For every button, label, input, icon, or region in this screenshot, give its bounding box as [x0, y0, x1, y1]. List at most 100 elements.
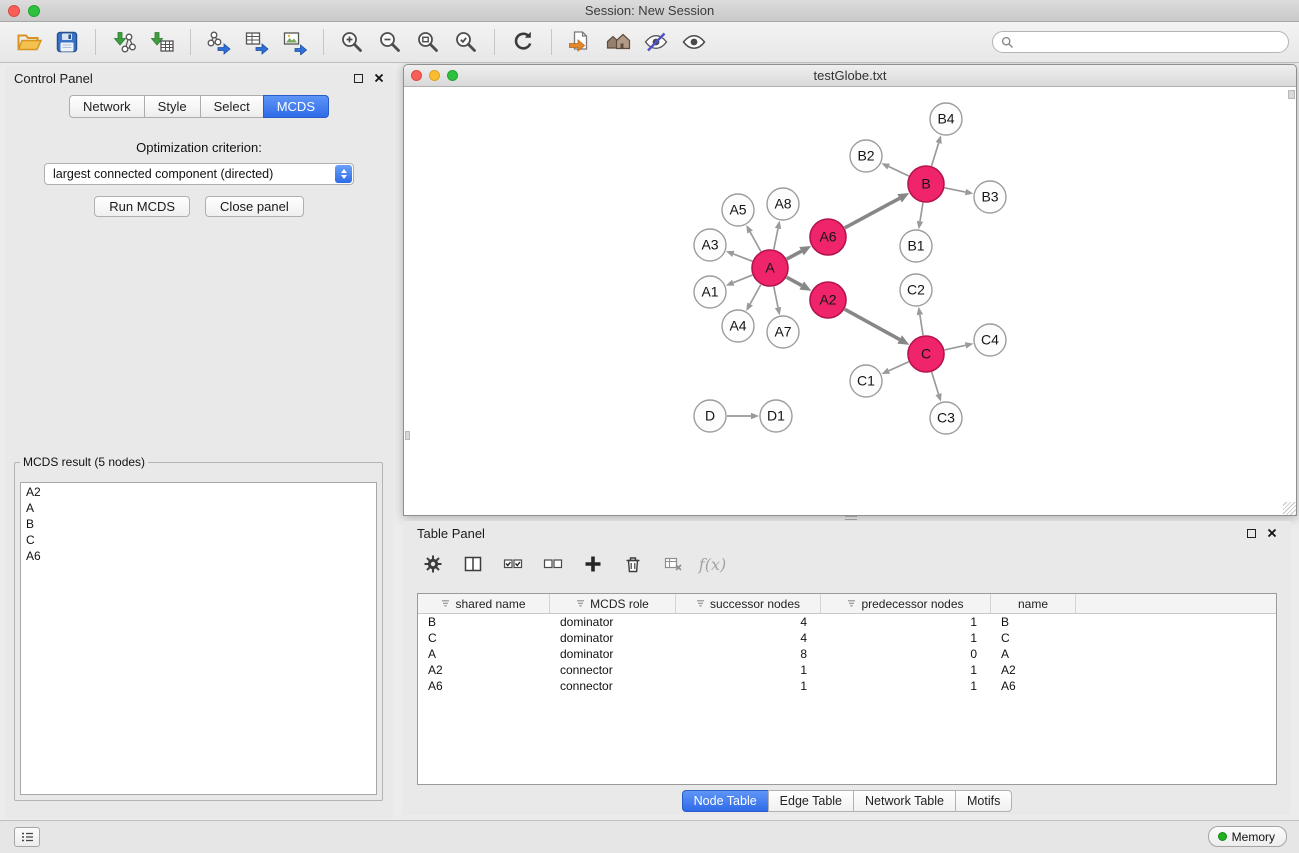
- graph-edge-A-A3[interactable]: [733, 254, 752, 261]
- task-history-button[interactable]: [14, 827, 40, 847]
- graph-edge-B-B2[interactable]: [889, 167, 909, 176]
- close-table-panel-icon[interactable]: [1267, 528, 1277, 538]
- scrollbar-thumb[interactable]: [405, 431, 410, 440]
- graph-edge-A-A5[interactable]: [750, 232, 761, 251]
- graph-edge-A6-B[interactable]: [845, 198, 900, 228]
- graph-edge-A-A1[interactable]: [733, 275, 752, 283]
- tab-network-table[interactable]: Network Table: [853, 790, 956, 812]
- graph-edge-C-C1[interactable]: [889, 362, 909, 371]
- graph-edge-A2-C[interactable]: [845, 309, 900, 339]
- tab-select[interactable]: Select: [200, 95, 264, 118]
- hide-graphics-button[interactable]: [637, 25, 675, 59]
- zoom-fit-button[interactable]: [409, 25, 447, 59]
- save-session-button[interactable]: [48, 25, 86, 59]
- column-header-shared-name[interactable]: shared name: [418, 594, 550, 613]
- refresh-button[interactable]: [504, 25, 542, 59]
- graph-edge-C-C4[interactable]: [945, 345, 966, 350]
- graph-node-C3[interactable]: C3: [930, 402, 962, 434]
- mcds-result-list[interactable]: A2ABCA6: [20, 482, 377, 795]
- export-table-button[interactable]: [238, 25, 276, 59]
- column-header-predecessor-nodes[interactable]: predecessor nodes: [821, 594, 991, 613]
- memory-button[interactable]: Memory: [1208, 826, 1287, 847]
- graph-node-B1[interactable]: B1: [900, 230, 932, 262]
- float-table-panel-icon[interactable]: [1247, 529, 1256, 538]
- network-window-titlebar[interactable]: testGlobe.txt: [404, 65, 1296, 87]
- tab-node-table[interactable]: Node Table: [682, 790, 769, 812]
- graph-node-A4[interactable]: A4: [722, 310, 754, 342]
- zoom-in-button[interactable]: [333, 25, 371, 59]
- tab-edge-table[interactable]: Edge Table: [768, 790, 854, 812]
- graph-node-A[interactable]: A: [752, 250, 788, 286]
- graph-node-B4[interactable]: B4: [930, 103, 962, 135]
- result-item[interactable]: A6: [21, 548, 376, 564]
- delete-column-button[interactable]: [619, 551, 646, 578]
- table-row[interactable]: Bdominator41B: [418, 614, 1276, 630]
- graph-edge-A-A2[interactable]: [787, 277, 802, 285]
- delete-table-button[interactable]: [659, 551, 686, 578]
- graph-edge-B-B4[interactable]: [932, 143, 939, 166]
- table-settings-button[interactable]: [419, 551, 446, 578]
- tab-style[interactable]: Style: [144, 95, 201, 118]
- graph-node-C4[interactable]: C4: [974, 324, 1006, 356]
- column-header-successor-nodes[interactable]: successor nodes: [676, 594, 821, 613]
- result-item[interactable]: A: [21, 500, 376, 516]
- show-graphics-button[interactable]: [675, 25, 713, 59]
- search-box[interactable]: [992, 31, 1289, 53]
- export-image-button[interactable]: [276, 25, 314, 59]
- graph-edge-B-B3[interactable]: [945, 188, 966, 192]
- graph-node-A5[interactable]: A5: [722, 194, 754, 226]
- layout-button[interactable]: [599, 25, 637, 59]
- graph-node-A2[interactable]: A2: [810, 282, 846, 318]
- graph-edge-C-C3[interactable]: [932, 372, 939, 394]
- network-canvas[interactable]: AA1A2A3A4A5A6A7A8BB1B2B3B4CC1C2C3C4DD1: [404, 87, 1296, 515]
- result-item[interactable]: C: [21, 532, 376, 548]
- graph-node-B[interactable]: B: [908, 166, 944, 202]
- graph-node-A6[interactable]: A6: [810, 219, 846, 255]
- column-header-mcds-role[interactable]: MCDS role: [550, 594, 676, 613]
- open-recent-button[interactable]: [561, 25, 599, 59]
- table-row[interactable]: Adominator80A: [418, 646, 1276, 662]
- run-mcds-button[interactable]: Run MCDS: [94, 196, 190, 217]
- optimization-dropdown[interactable]: largest connected component (directed): [44, 163, 354, 185]
- graph-edge-A-A7[interactable]: [774, 287, 778, 308]
- table-row[interactable]: A2connector11A2: [418, 662, 1276, 678]
- close-panel-button[interactable]: Close panel: [205, 196, 304, 217]
- graph-node-A3[interactable]: A3: [694, 229, 726, 261]
- result-item[interactable]: A2: [21, 484, 376, 500]
- graph-edge-A-A6[interactable]: [787, 251, 802, 259]
- search-input[interactable]: [1019, 35, 1280, 49]
- export-network-button[interactable]: [200, 25, 238, 59]
- table-row[interactable]: A6connector11A6: [418, 678, 1276, 694]
- table-row[interactable]: Cdominator41C: [418, 630, 1276, 646]
- close-panel-icon[interactable]: [374, 73, 384, 83]
- deselect-all-button[interactable]: [539, 551, 566, 578]
- graph-node-C2[interactable]: C2: [900, 274, 932, 306]
- scrollbar-thumb[interactable]: [1288, 90, 1295, 99]
- graph-edge-B-B1[interactable]: [920, 203, 923, 222]
- graph-edge-A-A8[interactable]: [774, 228, 778, 249]
- import-table-button[interactable]: [143, 25, 181, 59]
- graph-node-A7[interactable]: A7: [767, 316, 799, 348]
- tab-motifs[interactable]: Motifs: [955, 790, 1012, 812]
- result-item[interactable]: B: [21, 516, 376, 532]
- graph-node-C1[interactable]: C1: [850, 365, 882, 397]
- tab-network[interactable]: Network: [69, 95, 145, 118]
- import-network-button[interactable]: [105, 25, 143, 59]
- column-header-name[interactable]: name: [991, 594, 1076, 613]
- zoom-out-button[interactable]: [371, 25, 409, 59]
- graph-edge-A-A4[interactable]: [750, 285, 761, 304]
- network-graph[interactable]: AA1A2A3A4A5A6A7A8BB1B2B3B4CC1C2C3C4DD1: [404, 87, 1296, 515]
- graph-node-C[interactable]: C: [908, 336, 944, 372]
- open-session-button[interactable]: [10, 25, 48, 59]
- zoom-selected-button[interactable]: [447, 25, 485, 59]
- toggle-columns-button[interactable]: [459, 551, 486, 578]
- graph-node-A1[interactable]: A1: [694, 276, 726, 308]
- splitter-grip[interactable]: [845, 516, 857, 520]
- graph-edge-C-C2[interactable]: [920, 315, 923, 336]
- graph-node-B3[interactable]: B3: [974, 181, 1006, 213]
- function-builder-button[interactable]: f(x): [699, 551, 726, 578]
- graph-node-D[interactable]: D: [694, 400, 726, 432]
- resize-grip-icon[interactable]: [1283, 502, 1296, 515]
- float-panel-icon[interactable]: [354, 74, 363, 83]
- graph-node-A8[interactable]: A8: [767, 188, 799, 220]
